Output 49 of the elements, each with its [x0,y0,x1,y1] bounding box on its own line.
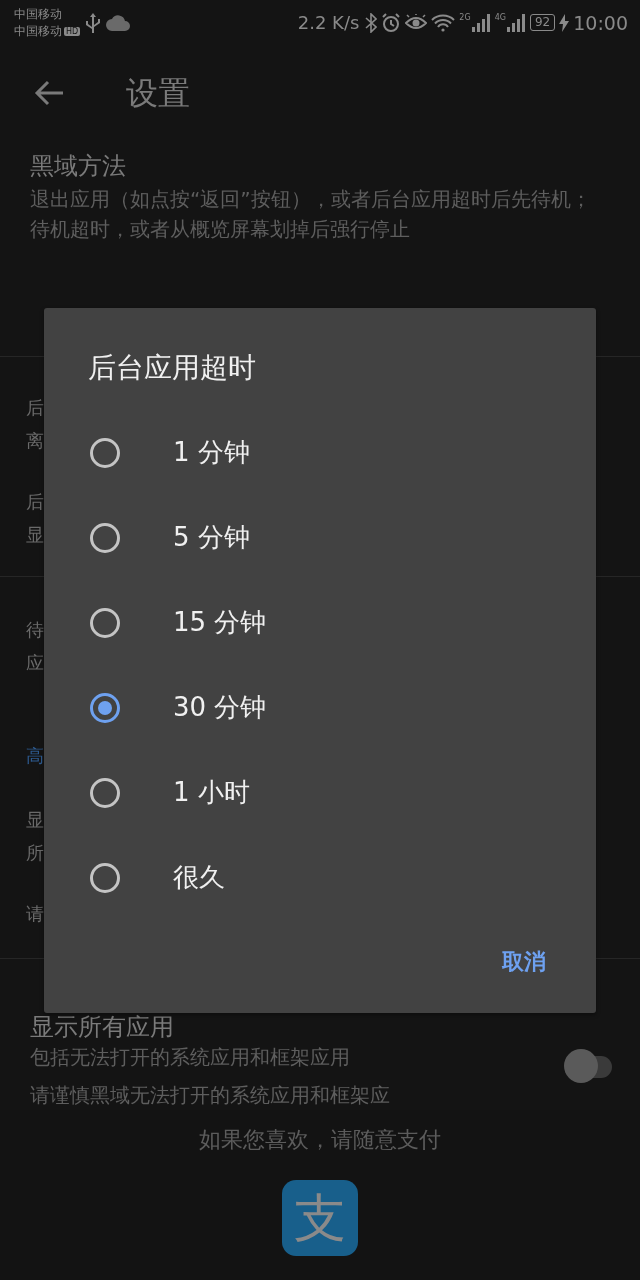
signal-icon [470,13,491,32]
carrier-name: 中国移动 [14,23,62,38]
cancel-button[interactable]: 取消 [490,941,558,983]
network-type-label: 2G [459,13,471,22]
carrier-name: 中国移动 [14,5,63,23]
radio-button[interactable] [90,437,120,468]
radio-option[interactable]: 30 分钟 [44,665,596,750]
section-header: 高 [26,744,44,768]
setting-text: 所 [26,841,44,865]
setting-text: 后 [26,396,44,420]
setting-title: 黑域方法 [30,151,127,182]
radio-option[interactable]: 很久 [44,835,596,920]
setting-text: 请 [26,902,44,926]
bluetooth-icon [365,12,378,33]
setting-text: 显 [26,523,44,547]
payment-prompt: 如果您喜欢，请随意支付 [199,1126,441,1154]
back-arrow-icon [34,79,64,106]
radio-option[interactable]: 1 小时 [44,750,596,835]
radio-button[interactable] [90,607,120,638]
dialog-title: 后台应用超时 [88,350,257,386]
clock: 10:00 [573,11,628,34]
setting-title: 显示所有应用 [30,1012,175,1043]
network-speed: 2.2 K/s [297,12,360,33]
wifi-icon [431,13,456,32]
setting-summary: 退出应用（如点按“返回”按钮），或者后台应用超时后先待机；待机超时，或者从概览屏幕划掉后强行停止 [30,186,592,243]
battery-indicator: 92 [529,14,556,31]
setting-text: 离 [26,429,44,453]
setting-note: 请谨慎黑域无法打开的系统应用和框架应 [30,1082,391,1109]
setting-text: 应 [26,651,44,675]
alarm-icon [381,12,402,33]
usb-icon [86,12,101,33]
eye-icon [405,13,428,32]
setting-text: 待 [26,618,44,642]
radio-option[interactable]: 1 分钟 [44,410,596,495]
radio-button[interactable] [90,777,120,808]
setting-text: 后 [26,490,44,514]
radio-option[interactable]: 5 分钟 [44,495,596,580]
radio-option[interactable]: 15 分钟 [44,580,596,665]
setting-summary: 包括无法打开的系统应用和框架应用 [30,1044,351,1071]
radio-button[interactable] [90,862,120,893]
hd-badge: HD [64,26,81,36]
radio-button[interactable] [90,522,120,553]
radio-button[interactable] [90,692,120,723]
cloud-icon [106,14,131,31]
network-type-label: 4G [494,13,506,22]
setting-text: 显 [26,808,44,832]
back-button[interactable] [34,79,64,106]
page-title: 设置 [126,72,190,113]
signal-icon [505,13,526,32]
